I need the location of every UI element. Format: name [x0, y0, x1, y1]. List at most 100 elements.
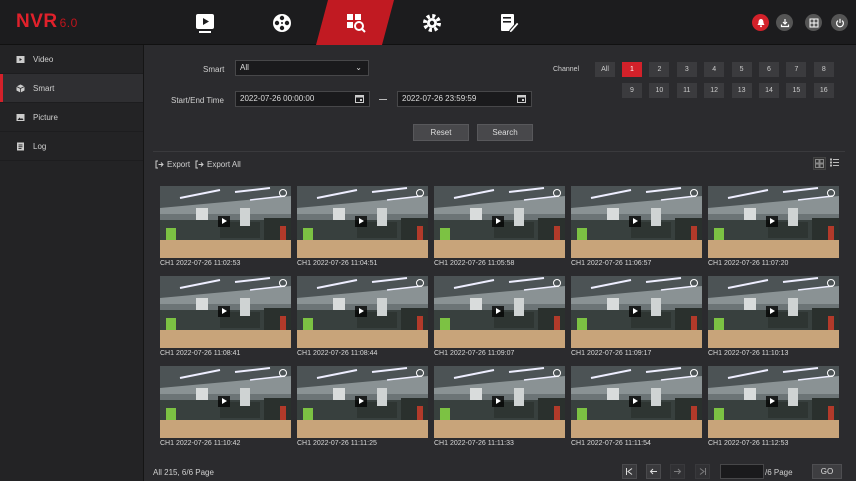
- play-icon[interactable]: [355, 216, 367, 227]
- download-button[interactable]: [776, 14, 793, 31]
- nav-tab-system[interactable]: [470, 0, 548, 45]
- layout-button[interactable]: [805, 14, 822, 31]
- result-thumbnail[interactable]: [297, 276, 428, 348]
- last-page-button[interactable]: [695, 464, 710, 479]
- alarm-button[interactable]: [752, 14, 769, 31]
- select-checkbox[interactable]: [553, 369, 561, 377]
- channel-button-1[interactable]: 1: [622, 62, 642, 77]
- prev-page-button[interactable]: [646, 464, 661, 479]
- result-thumbnail[interactable]: [160, 366, 291, 438]
- select-checkbox[interactable]: [279, 279, 287, 287]
- play-icon[interactable]: [766, 216, 778, 227]
- select-checkbox[interactable]: [827, 369, 835, 377]
- export-all-button[interactable]: Export All: [195, 160, 241, 169]
- channel-button-3[interactable]: 3: [676, 62, 697, 77]
- channel-button-4[interactable]: 4: [704, 62, 725, 77]
- result-thumbnail[interactable]: [571, 186, 702, 258]
- result-thumbnail[interactable]: [160, 186, 291, 258]
- power-button[interactable]: [831, 14, 848, 31]
- result-thumbnail[interactable]: [434, 186, 565, 258]
- sidebar-item-log[interactable]: Log: [0, 132, 143, 161]
- sidebar-item-label: Video: [33, 54, 54, 64]
- select-checkbox[interactable]: [827, 189, 835, 197]
- result-thumbnail[interactable]: [434, 276, 565, 348]
- play-icon[interactable]: [629, 396, 641, 407]
- select-checkbox[interactable]: [416, 369, 424, 377]
- result-thumbnail[interactable]: [708, 186, 839, 258]
- search-button[interactable]: Search: [477, 124, 533, 141]
- start-time-field[interactable]: 2022-07-26 00:00:00: [235, 91, 370, 107]
- play-icon[interactable]: [355, 396, 367, 407]
- channel-button-6[interactable]: 6: [759, 62, 779, 77]
- result-caption: CH1 2022-07-26 11:05:58: [434, 260, 515, 267]
- channel-button-5[interactable]: 5: [731, 62, 752, 77]
- select-checkbox[interactable]: [553, 189, 561, 197]
- channel-button-14[interactable]: 14: [759, 83, 779, 98]
- result-thumbnail[interactable]: [297, 186, 428, 258]
- play-icon[interactable]: [218, 306, 230, 317]
- select-checkbox[interactable]: [690, 369, 698, 377]
- result-thumbnail[interactable]: [571, 276, 702, 348]
- play-icon[interactable]: [355, 306, 367, 317]
- channel-button-13[interactable]: 13: [731, 83, 752, 98]
- arrow-right-icon: [674, 468, 682, 475]
- end-time-field[interactable]: 2022-07-26 23:59:59: [397, 91, 532, 107]
- play-icon[interactable]: [218, 216, 230, 227]
- download-icon: [780, 18, 789, 27]
- result-thumbnail[interactable]: [160, 276, 291, 348]
- grid-view-button[interactable]: [813, 157, 826, 170]
- list-view-button[interactable]: [829, 157, 842, 170]
- start-time-value: 2022-07-26 00:00:00: [240, 94, 315, 103]
- select-checkbox[interactable]: [827, 279, 835, 287]
- smart-select[interactable]: All ⌄: [235, 60, 369, 76]
- channel-button-10[interactable]: 10: [649, 83, 670, 98]
- log-icon: [17, 142, 24, 150]
- channel-button-8[interactable]: 8: [813, 62, 834, 77]
- nav-tab-playback[interactable]: [166, 0, 244, 45]
- channel-button-9[interactable]: 9: [622, 83, 642, 98]
- channel-button-15[interactable]: 15: [786, 83, 807, 98]
- play-icon[interactable]: [492, 216, 504, 227]
- result-thumbnail[interactable]: [297, 366, 428, 438]
- chevron-down-icon: ⌄: [355, 63, 362, 72]
- calendar-icon[interactable]: [517, 94, 526, 103]
- result-thumbnail[interactable]: [708, 276, 839, 348]
- channel-all-button[interactable]: All: [595, 62, 615, 77]
- go-button[interactable]: GO: [812, 464, 842, 479]
- nav-tab-settings[interactable]: [393, 0, 471, 45]
- channel-button-12[interactable]: 12: [704, 83, 725, 98]
- play-icon[interactable]: [766, 396, 778, 407]
- result-thumbnail[interactable]: [571, 366, 702, 438]
- play-icon[interactable]: [218, 396, 230, 407]
- next-page-button[interactable]: [670, 464, 685, 479]
- select-checkbox[interactable]: [553, 279, 561, 287]
- channel-button-11[interactable]: 11: [676, 83, 697, 98]
- play-icon[interactable]: [629, 306, 641, 317]
- first-page-button[interactable]: [622, 464, 637, 479]
- nav-tab-backup[interactable]: [243, 0, 321, 45]
- play-icon[interactable]: [766, 306, 778, 317]
- play-icon[interactable]: [492, 396, 504, 407]
- sidebar-item-video[interactable]: Video: [0, 45, 143, 74]
- reset-button[interactable]: Reset: [413, 124, 469, 141]
- sidebar-item-picture[interactable]: Picture: [0, 103, 143, 132]
- smart-icon: [16, 84, 25, 92]
- select-checkbox[interactable]: [416, 279, 424, 287]
- result-thumbnail[interactable]: [708, 366, 839, 438]
- nav-tab-search[interactable]: [316, 0, 394, 45]
- page-number-input[interactable]: [720, 464, 764, 479]
- select-checkbox[interactable]: [690, 279, 698, 287]
- play-icon[interactable]: [492, 306, 504, 317]
- channel-button-2[interactable]: 2: [649, 62, 670, 77]
- channel-button-7[interactable]: 7: [786, 62, 807, 77]
- select-checkbox[interactable]: [690, 189, 698, 197]
- play-icon[interactable]: [629, 216, 641, 227]
- channel-button-16[interactable]: 16: [813, 83, 834, 98]
- sidebar-item-smart[interactable]: Smart: [0, 74, 143, 103]
- select-checkbox[interactable]: [279, 189, 287, 197]
- export-button[interactable]: Export: [155, 160, 190, 169]
- calendar-icon[interactable]: [355, 94, 364, 103]
- result-thumbnail[interactable]: [434, 366, 565, 438]
- select-checkbox[interactable]: [279, 369, 287, 377]
- select-checkbox[interactable]: [416, 189, 424, 197]
